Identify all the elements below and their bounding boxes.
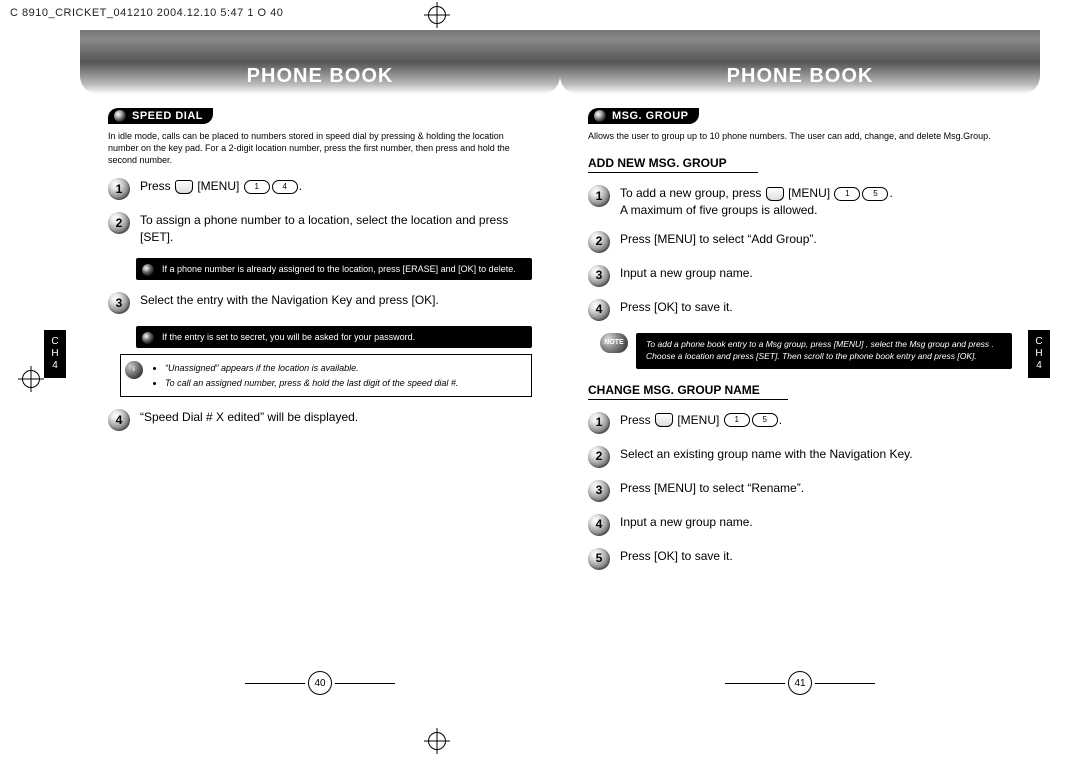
section-msg-group: MSG. GROUP [588, 108, 699, 124]
step-4: 4 “Speed Dial # X edited” will be displa… [108, 409, 532, 431]
step-text: Press [MENU] to select “Add Group”. [620, 231, 1012, 253]
add-step-1: 1 To add a new group, press [MENU] 15. A… [588, 185, 1012, 219]
chapter-tab-right: CH4 [1028, 330, 1050, 378]
step-number-icon: 2 [588, 231, 610, 253]
page-left: CH4 PHONE BOOK SPEED DIAL In idle mode, … [80, 30, 560, 703]
tip-icon: i [125, 361, 143, 379]
key-5-icon: 5 [862, 187, 888, 201]
step-1: 1 Press [MENU] 14. [108, 178, 532, 200]
page-number: 41 [788, 671, 812, 695]
chg-step-1: 1 Press [MENU] 15. [588, 412, 1012, 434]
step-text: Select an existing group name with the N… [620, 446, 1012, 468]
step-number-icon: 2 [108, 212, 130, 234]
key-4-icon: 4 [272, 180, 298, 194]
registration-mark-left [22, 370, 40, 388]
step-number-icon: 1 [108, 178, 130, 200]
registration-mark-bottom [428, 732, 446, 750]
step-text: To assign a phone number to a location, … [140, 212, 532, 246]
step-text: Press [MENU] to select “Rename”. [620, 480, 1012, 502]
tip-item: To call an assigned number, press & hold… [165, 377, 521, 390]
add-step-2: 2 Press [MENU] to select “Add Group”. [588, 231, 1012, 253]
tip-item: “Unassigned” appears if the location is … [165, 362, 521, 375]
subheading-add-group: ADD NEW MSG. GROUP [588, 156, 1012, 170]
key-1-icon: 1 [724, 413, 750, 427]
chg-step-5: 5 Press [OK] to save it. [588, 548, 1012, 570]
note-text: To add a phone book entry to a Msg group… [636, 333, 1012, 369]
step-number-icon: 4 [108, 409, 130, 431]
tip-box: i “Unassigned” appears if the location i… [120, 354, 532, 397]
chg-step-3: 3 Press [MENU] to select “Rename”. [588, 480, 1012, 502]
step-number-icon: 1 [588, 185, 610, 207]
step-text: Press [OK] to save it. [620, 299, 1012, 321]
softkey-icon [766, 187, 784, 201]
note-callout: NOTE To add a phone book entry to a Msg … [600, 333, 1012, 369]
print-job-header: C 8910_CRICKET_041210 2004.12.10 5:47 1 … [10, 7, 1070, 19]
step-number-icon: 5 [588, 548, 610, 570]
step-text: Input a new group name. [620, 514, 1012, 536]
manual-spread: C 8910_CRICKET_041210 2004.12.10 5:47 1 … [0, 0, 1080, 763]
page-banner: PHONE BOOK [80, 30, 560, 94]
step-number-icon: 2 [588, 446, 610, 468]
page-right: CH4 PHONE BOOK MSG. GROUP Allows the use… [560, 30, 1040, 703]
key-1-icon: 1 [834, 187, 860, 201]
add-step-3: 3 Input a new group name. [588, 265, 1012, 287]
step-number-icon: 4 [588, 299, 610, 321]
step-text: Press [OK] to save it. [620, 548, 1012, 570]
step-text: “Speed Dial # X edited” will be displaye… [140, 409, 532, 431]
section-speed-dial: SPEED DIAL [108, 108, 213, 124]
step-text: Select the entry with the Navigation Key… [140, 292, 532, 314]
subheading-change-group: CHANGE MSG. GROUP NAME [588, 383, 1012, 397]
file-name: C 8910_CRICKET_041210 2004.12.10 5:47 1 … [10, 7, 283, 19]
step-3: 3 Select the entry with the Navigation K… [108, 292, 532, 314]
softkey-icon [175, 180, 193, 194]
key-5-icon: 5 [752, 413, 778, 427]
step-subtext: A maximum of five groups is allowed. [620, 203, 817, 217]
step-text: Input a new group name. [620, 265, 1012, 287]
registration-mark-top [428, 6, 446, 24]
msg-group-intro: Allows the user to group up to 10 phone … [588, 130, 1012, 142]
page-banner: PHONE BOOK [560, 30, 1040, 94]
note-box: If the entry is set to secret, you will … [136, 326, 532, 348]
chg-step-2: 2 Select an existing group name with the… [588, 446, 1012, 468]
step-number-icon: 1 [588, 412, 610, 434]
step-number-icon: 3 [588, 265, 610, 287]
note-icon: NOTE [600, 333, 628, 353]
note-box: If a phone number is already assigned to… [136, 258, 532, 280]
speed-dial-intro: In idle mode, calls can be placed to num… [108, 130, 532, 166]
softkey-icon [655, 413, 673, 427]
add-step-4: 4 Press [OK] to save it. [588, 299, 1012, 321]
key-1-icon: 1 [244, 180, 270, 194]
divider [588, 172, 758, 173]
page-number: 40 [308, 671, 332, 695]
step-2: 2 To assign a phone number to a location… [108, 212, 532, 246]
step-number-icon: 4 [588, 514, 610, 536]
step-number-icon: 3 [588, 480, 610, 502]
chg-step-4: 4 Input a new group name. [588, 514, 1012, 536]
divider [588, 399, 788, 400]
chapter-tab-left: CH4 [44, 330, 66, 378]
step-number-icon: 3 [108, 292, 130, 314]
